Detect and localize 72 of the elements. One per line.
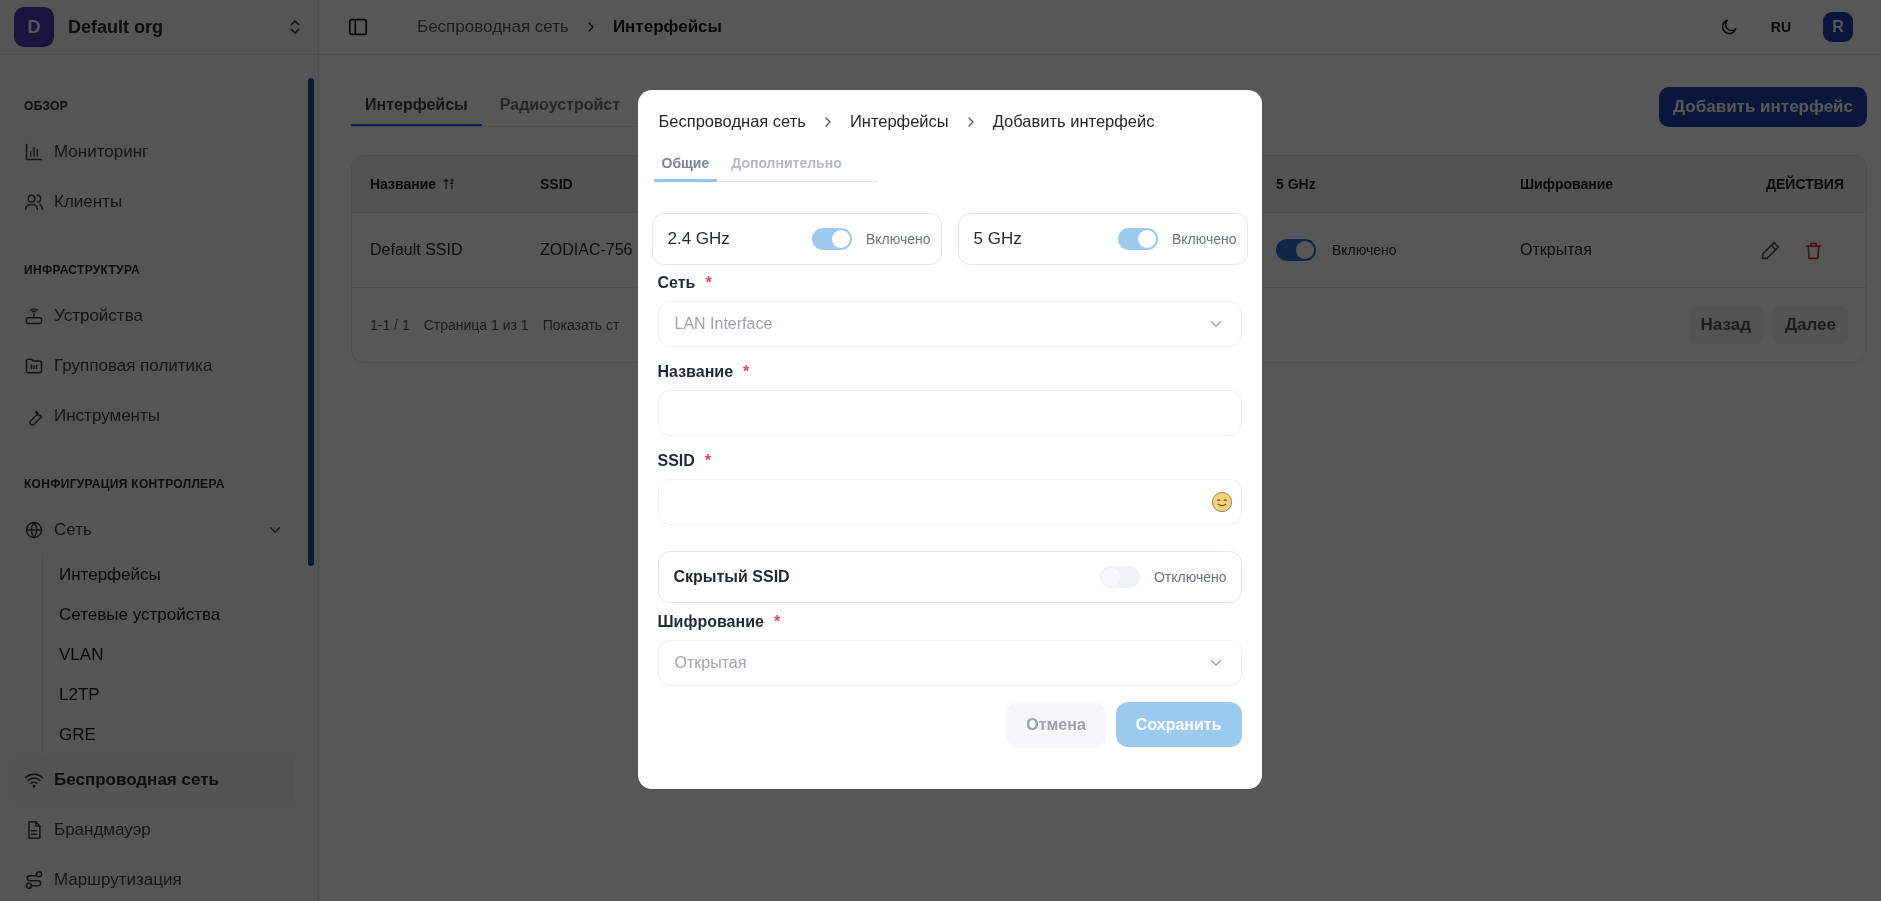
sidebar-item[interactable]: Мониторинг bbox=[14, 127, 294, 177]
toggle-switch[interactable] bbox=[1117, 228, 1158, 250]
sidebar-item[interactable]: Маршрутизация bbox=[14, 855, 294, 901]
section-title: ИНФРАСТРУКТУРА bbox=[23, 262, 142, 279]
sidebar-item[interactable]: Инструменты bbox=[14, 391, 294, 441]
field-label: Сеть bbox=[657, 274, 696, 292]
breadcrumb-link[interactable]: Интерфейсы bbox=[849, 112, 949, 131]
text-input-field[interactable] bbox=[657, 479, 1242, 525]
toggle-label: Скрытый SSID bbox=[673, 568, 791, 586]
pencil-icon bbox=[1760, 239, 1781, 261]
breadcrumb-link[interactable]: Беспроводная сеть bbox=[417, 17, 569, 37]
field-label: Название bbox=[657, 363, 734, 381]
sidebar-subitem[interactable]: Сетевые устройства bbox=[59, 595, 294, 635]
toggle-status: Включено bbox=[1332, 242, 1397, 258]
band-label: 5 GHz bbox=[973, 229, 1023, 249]
sidebar-subitem[interactable]: Интерфейсы bbox=[59, 555, 294, 595]
section-title: ОБЗОР bbox=[23, 98, 69, 115]
required-mark: * bbox=[743, 363, 750, 381]
section-title: КОНФИГУРАЦИЯ КОНТРОЛЛЕРА bbox=[23, 476, 226, 493]
cancel-button[interactable]: Отмена bbox=[1006, 702, 1106, 747]
smiley-icon[interactable] bbox=[1210, 491, 1233, 513]
field-label: SSID bbox=[657, 452, 695, 470]
route-icon bbox=[24, 870, 44, 890]
column-header[interactable]: ДЕЙСТВИЯ bbox=[1766, 176, 1844, 192]
sidebar-item[interactable]: Беспроводная сеть bbox=[14, 755, 294, 805]
row-range: 1-1 / 1 bbox=[370, 317, 410, 333]
users-icon bbox=[24, 192, 44, 212]
column-header[interactable]: 5 GHz bbox=[1276, 176, 1316, 192]
globe-icon bbox=[24, 520, 44, 540]
language-code[interactable]: RU bbox=[1770, 19, 1791, 35]
org-name: Default org bbox=[68, 16, 164, 38]
router-icon bbox=[24, 306, 44, 326]
toggle-status: Включено bbox=[1171, 231, 1237, 247]
sidebar-subitem[interactable]: VLAN bbox=[59, 635, 294, 675]
scrollbar-thumb[interactable] bbox=[308, 78, 314, 566]
page-size-label: Показать ст bbox=[542, 317, 620, 333]
sidebar-toggle-icon bbox=[347, 16, 369, 38]
column-header[interactable]: Название bbox=[370, 176, 437, 192]
toggle-status: Отключено bbox=[1153, 569, 1227, 585]
sidebar-item[interactable]: Групповая политика bbox=[14, 341, 294, 391]
add-interface-button[interactable]: Добавить интерфейс bbox=[1659, 87, 1867, 127]
dialog-tab[interactable]: Общие bbox=[653, 151, 718, 182]
breadcrumb-link[interactable]: Беспроводная сеть bbox=[658, 112, 806, 131]
column-header[interactable]: SSID bbox=[540, 176, 573, 192]
folder-icon bbox=[24, 356, 44, 376]
page-indicator: Страница 1 из 1 bbox=[423, 317, 529, 333]
toggle-status: Включено bbox=[865, 231, 931, 247]
dialog-tab[interactable]: Дополнительно bbox=[723, 151, 850, 182]
table-cell-text: ZODIAC-756 bbox=[540, 241, 634, 259]
sidebar-item[interactable]: Устройства bbox=[14, 291, 294, 341]
sidebar-subitem[interactable]: L2TP bbox=[59, 675, 294, 715]
column-header[interactable]: Шифрование bbox=[1520, 176, 1614, 192]
sidebar-item[interactable]: Клиенты bbox=[14, 177, 294, 227]
org-avatar: D bbox=[14, 7, 54, 47]
bar-chart-icon bbox=[24, 142, 44, 162]
sidebar-item[interactable]: Брандмауэр bbox=[14, 805, 294, 855]
required-mark: * bbox=[773, 613, 781, 631]
sidebar-subitem[interactable]: GRE bbox=[59, 715, 294, 755]
breadcrumb-link[interactable]: Интерфейсы bbox=[612, 17, 723, 37]
toggle-switch[interactable] bbox=[811, 228, 852, 250]
sidebar-item[interactable]: Сеть bbox=[14, 505, 294, 555]
toggle-switch[interactable] bbox=[1276, 239, 1316, 261]
sort-icon bbox=[442, 177, 457, 191]
breadcrumb-link[interactable]: Добавить интерфейс bbox=[992, 112, 1155, 131]
band-label: 2.4 GHz bbox=[667, 229, 731, 249]
field-label: Шифрование bbox=[657, 613, 764, 631]
required-mark: * bbox=[704, 452, 712, 470]
table-cell-text: Открытая bbox=[1520, 241, 1593, 259]
user-avatar[interactable]: R bbox=[1823, 12, 1853, 42]
page-tab[interactable]: Интерфейсы bbox=[351, 87, 482, 126]
table-cell-text: Default SSID bbox=[370, 241, 464, 259]
required-mark: * bbox=[705, 274, 712, 292]
